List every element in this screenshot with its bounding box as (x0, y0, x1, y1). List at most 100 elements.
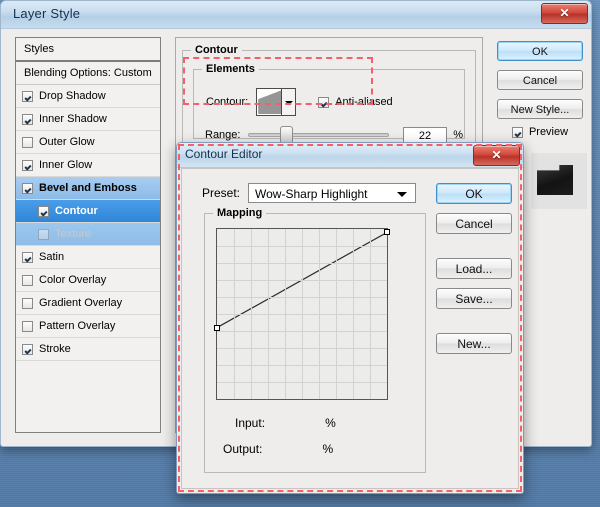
contour-group: Contour Elements Contour: Anti-aliased R… (182, 44, 476, 154)
graph-gridline (217, 331, 387, 332)
mapping-group-title: Mapping (213, 207, 267, 219)
preview-label: Preview (528, 126, 569, 138)
contour-preset-swatch[interactable] (256, 88, 297, 116)
contour-field-label: Contour: (206, 96, 249, 108)
sidebar-item-bevel-and-emboss[interactable]: Bevel and Emboss (16, 177, 160, 200)
contour-editor-titlebar[interactable]: Contour Editor ✕ (177, 143, 523, 168)
graph-gridline (336, 229, 337, 399)
sidebar-item-label: Outer Glow (39, 136, 95, 148)
contour-editor-button-column: OK Cancel Load... Save... New... (436, 183, 512, 354)
contour-ok-button[interactable]: OK (436, 183, 512, 204)
graph-gridline (217, 382, 387, 383)
style-enable-checkbox[interactable] (22, 320, 33, 332)
contour-row: Contour: Anti-aliased (206, 88, 393, 116)
sidebar-item-contour[interactable]: Contour (16, 200, 160, 223)
sidebar-item-label: Bevel and Emboss (39, 182, 137, 194)
style-enable-checkbox[interactable] (22, 159, 33, 171)
preview-row[interactable]: Preview (497, 126, 583, 138)
layer-preview-thumbnail (531, 153, 587, 209)
output-percent-label: % (322, 442, 334, 456)
layer-style-button-column: OK Cancel New Style... Preview (497, 41, 583, 138)
chevron-down-icon[interactable] (281, 89, 296, 115)
sidebar-item-label: Gradient Overlay (39, 297, 123, 309)
elements-group-title: Elements (202, 63, 259, 75)
mapping-group: Mapping Input: % Output: % (204, 207, 426, 473)
output-label: Output: (223, 442, 263, 456)
range-slider[interactable] (248, 126, 389, 145)
sidebar-item-label: Drop Shadow (39, 90, 106, 102)
anti-aliased-checkbox[interactable] (318, 96, 330, 108)
sidebar-item-stroke[interactable]: Stroke (16, 338, 160, 361)
sidebar-item-label: Pattern Overlay (39, 320, 116, 332)
new-style-button[interactable]: New Style... (497, 99, 583, 119)
layer-style-titlebar[interactable]: Layer Style ✕ (1, 1, 591, 29)
preset-label: Preset: (202, 186, 241, 200)
preset-select[interactable]: Wow-Sharp Highlight (248, 183, 417, 203)
sidebar-item-blending-options[interactable]: Blending Options: Custom (16, 62, 160, 85)
sidebar-item-label: Texture (55, 228, 92, 240)
style-enable-checkbox[interactable] (38, 205, 49, 217)
cancel-button[interactable]: Cancel (497, 70, 583, 90)
sidebar-item-texture[interactable]: Texture (16, 223, 160, 246)
contour-save-button[interactable]: Save... (436, 288, 512, 309)
style-enable-checkbox[interactable] (22, 113, 33, 125)
styles-list-panel: Styles Blending Options: Custom Drop Sha… (15, 37, 161, 433)
curve-control-point[interactable] (214, 324, 220, 331)
contour-editor-body: Preset: Wow-Sharp Highlight Mapping Inpu… (181, 168, 519, 489)
sidebar-item-gradient-overlay[interactable]: Gradient Overlay (16, 292, 160, 315)
sidebar-item-label: Inner Glow (39, 159, 93, 171)
output-row: Output: % (223, 442, 333, 456)
style-enable-checkbox[interactable] (22, 136, 33, 148)
sidebar-item-pattern-overlay[interactable]: Pattern Overlay (16, 315, 160, 338)
style-enable-checkbox[interactable] (22, 343, 33, 355)
layer-style-title: Layer Style (13, 6, 81, 21)
style-enable-checkbox[interactable] (22, 274, 33, 286)
contour-group-title: Contour (191, 44, 242, 56)
sidebar-item-label: Inner Shadow (39, 113, 107, 125)
curve-control-point[interactable] (384, 229, 390, 236)
sidebar-item-inner-glow[interactable]: Inner Glow (16, 154, 160, 177)
sidebar-item-label: Stroke (39, 343, 71, 355)
sidebar-item-label: Contour (55, 205, 98, 217)
sidebar-item-inner-shadow[interactable]: Inner Shadow (16, 108, 160, 131)
close-icon[interactable]: ✕ (473, 145, 520, 166)
preset-selected-value: Wow-Sharp Highlight (255, 187, 368, 201)
contour-cancel-button[interactable]: Cancel (436, 213, 512, 234)
sidebar-item-drop-shadow[interactable]: Drop Shadow (16, 85, 160, 108)
sidebar-item-color-overlay[interactable]: Color Overlay (16, 269, 160, 292)
ok-button[interactable]: OK (497, 41, 583, 61)
sidebar-item-label: Satin (39, 251, 65, 263)
close-icon[interactable]: ✕ (541, 3, 588, 24)
graph-gridline (217, 365, 387, 366)
styles-row-container: Drop Shadow Inner Shadow Outer Glow Inner G… (16, 85, 160, 361)
style-enable-checkbox[interactable] (22, 251, 33, 263)
anti-aliased-row[interactable]: Anti-aliased (318, 96, 393, 108)
style-enable-checkbox[interactable] (22, 90, 33, 102)
graph-gridline (319, 229, 320, 399)
contour-new-button[interactable]: New... (436, 333, 512, 354)
range-unit-label: % (453, 129, 463, 141)
preview-checkbox[interactable] (511, 126, 523, 138)
input-percent-label: % (325, 416, 336, 430)
range-value-input[interactable]: 22 (402, 127, 448, 143)
anti-aliased-label: Anti-aliased (335, 96, 393, 108)
style-enable-checkbox[interactable] (22, 182, 33, 194)
sidebar-item-satin[interactable]: Satin (16, 246, 160, 269)
sidebar-item-outer-glow[interactable]: Outer Glow (16, 131, 160, 154)
input-row: Input: % (235, 416, 336, 430)
styles-header: Styles (16, 38, 160, 62)
contour-mapping-graph[interactable] (214, 228, 390, 400)
sidebar-item-label: Color Overlay (39, 274, 107, 286)
range-label: Range: (205, 129, 241, 141)
style-enable-checkbox[interactable] (38, 228, 49, 240)
contour-editor-title: Contour Editor (185, 147, 263, 161)
contour-ramp-icon (258, 90, 283, 114)
preset-row: Preset: Wow-Sharp Highlight (202, 183, 417, 203)
chevron-down-icon[interactable] (397, 192, 408, 197)
range-row: Range: 22 % (205, 126, 463, 145)
style-enable-checkbox[interactable] (22, 297, 33, 309)
contour-load-button[interactable]: Load... (436, 258, 512, 279)
graph-gridline (217, 314, 387, 315)
input-label: Input: (235, 416, 266, 430)
graph-gridline (217, 348, 387, 349)
